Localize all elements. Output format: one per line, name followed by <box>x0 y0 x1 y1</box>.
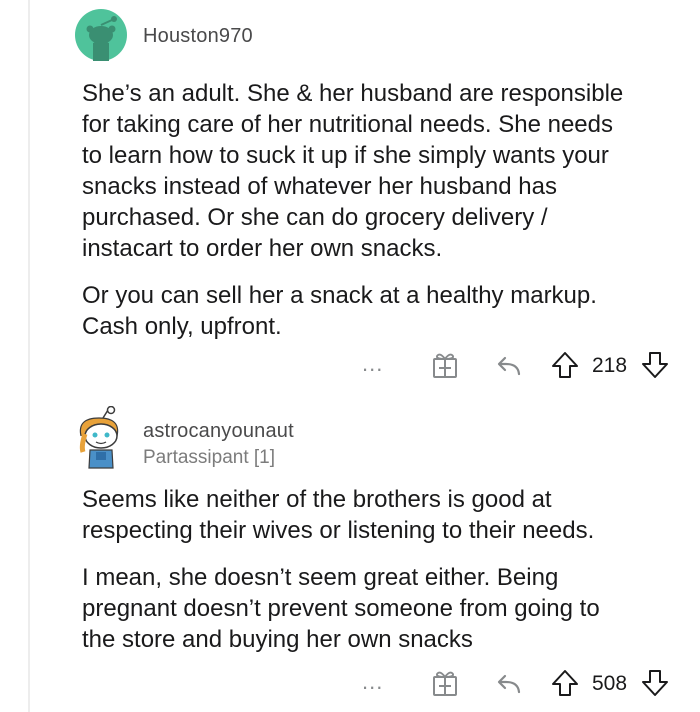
downvote-button[interactable] <box>640 350 670 380</box>
vote-score: 218 <box>592 354 628 377</box>
reply-arrow-icon <box>497 674 521 694</box>
vote-score: 508 <box>592 672 628 695</box>
more-options-button[interactable]: ... <box>362 671 383 693</box>
avatar[interactable] <box>75 9 127 61</box>
gift-award-icon <box>433 671 457 696</box>
downvote-button[interactable] <box>640 668 670 698</box>
username[interactable]: astrocanyounaut <box>143 420 294 443</box>
downvote-arrow-icon <box>642 670 668 696</box>
avatar[interactable] <box>75 406 129 470</box>
more-options-button[interactable]: ... <box>362 353 383 375</box>
award-button[interactable] <box>430 668 460 698</box>
comment-paragraph: I mean, she doesn’t seem great either. B… <box>82 564 600 653</box>
thread-line[interactable] <box>28 0 30 712</box>
award-button[interactable] <box>430 350 460 380</box>
gift-award-icon <box>433 353 457 378</box>
snoo-avatar-icon <box>79 406 119 469</box>
downvote-arrow-icon <box>642 352 668 378</box>
comment-actions: ... 218 <box>360 350 680 382</box>
upvote-arrow-icon <box>552 670 578 696</box>
comment-body: Seems like neither of the brothers is go… <box>82 484 682 655</box>
upvote-button[interactable] <box>550 350 580 380</box>
comment-paragraph: Seems like neither of the brothers is go… <box>82 486 595 544</box>
reply-button[interactable] <box>494 350 524 380</box>
reply-arrow-icon <box>497 356 521 376</box>
comment-paragraph: She’s an adult. She & her husband are re… <box>82 80 624 262</box>
comment-actions: ... 508 <box>360 668 680 700</box>
upvote-button[interactable] <box>550 668 580 698</box>
upvote-arrow-icon <box>552 352 578 378</box>
reply-button[interactable] <box>494 668 524 698</box>
username[interactable]: Houston970 <box>143 25 253 48</box>
comment-paragraph: Or you can sell her a snack at a healthy… <box>82 282 597 340</box>
user-flair: Partassipant [1] <box>143 447 276 468</box>
comment-body: She’s an adult. She & her husband are re… <box>82 78 682 342</box>
snoo-avatar-icon <box>75 9 127 61</box>
